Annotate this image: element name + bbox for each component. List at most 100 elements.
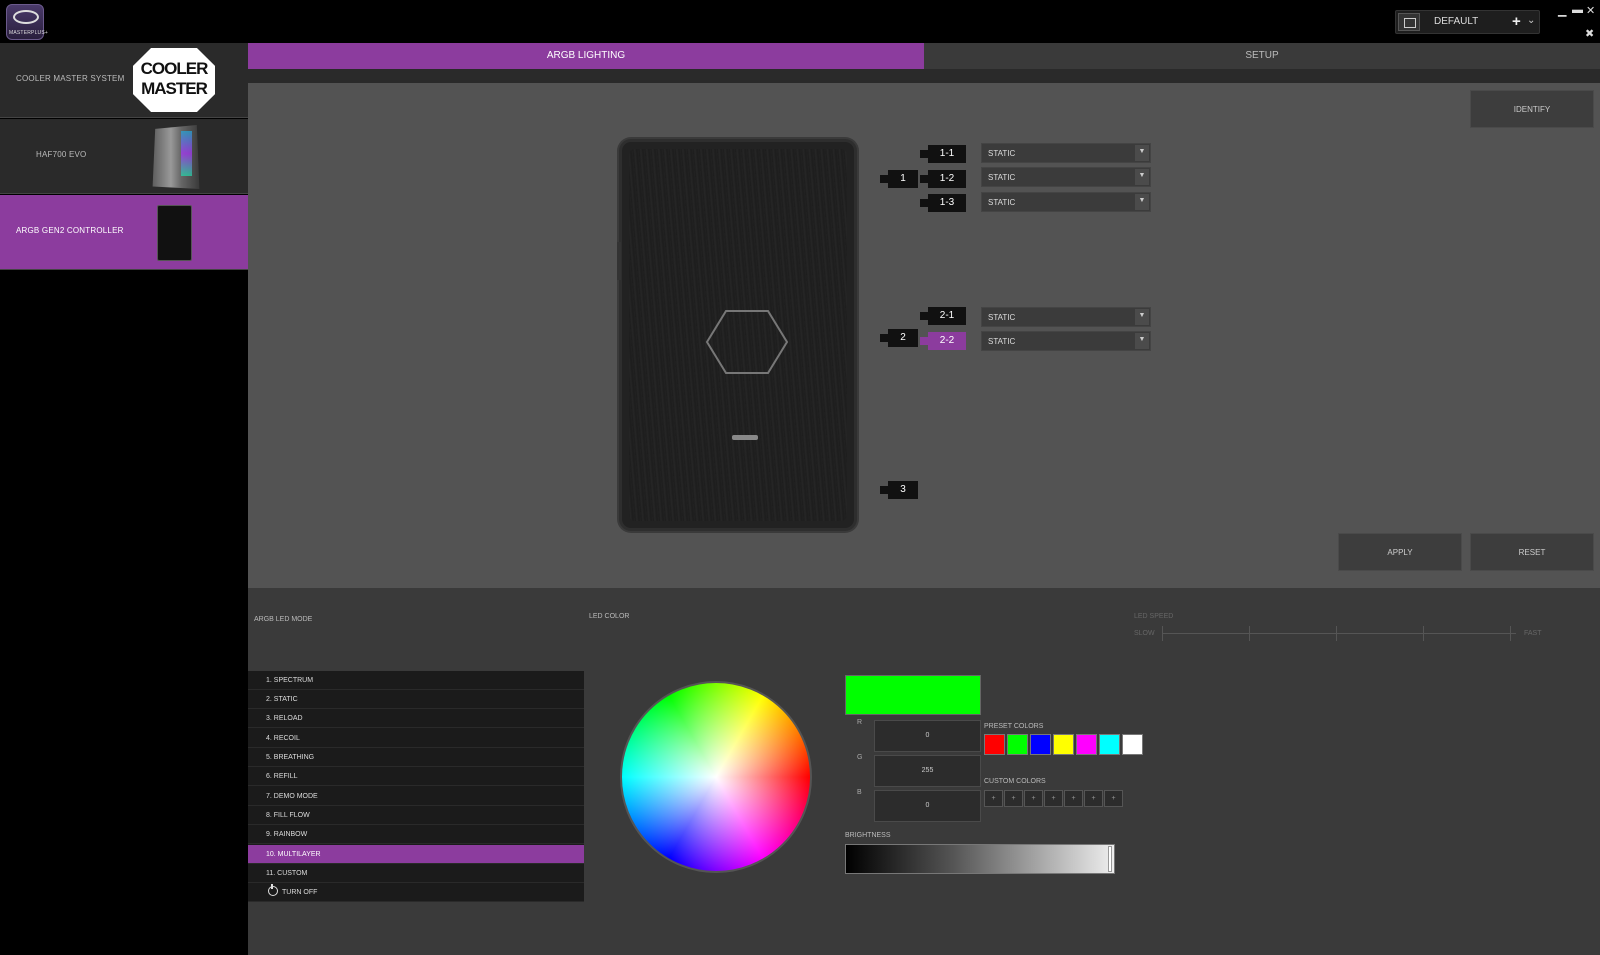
mode-dropdown-1-3[interactable]: STATIC ▼	[981, 192, 1151, 212]
sidebar-item-argb-controller[interactable]: ARGB GEN2 CONTROLLER	[0, 195, 248, 270]
preset-colors-label: PRESET COLORS	[984, 723, 1044, 730]
led-speed-slider[interactable]	[1162, 633, 1516, 634]
mode-fill-flow[interactable]: 8. FILL FLOW	[248, 806, 584, 825]
speed-fast-label: FAST	[1524, 630, 1542, 637]
preset-color-red[interactable]	[984, 734, 1005, 755]
lighting-settings: ARGB LED MODE LED COLOR LED SPEED SLOW F…	[248, 588, 1600, 955]
subport-1-2[interactable]: 1-2	[920, 170, 966, 188]
profile-image-icon[interactable]	[1398, 13, 1420, 31]
dropdown-value: STATIC	[988, 313, 1016, 322]
port-1[interactable]: 1	[880, 170, 918, 188]
chevron-down-icon[interactable]: ⌄	[1527, 15, 1535, 26]
brightness-slider[interactable]	[845, 844, 1115, 874]
color-wheel[interactable]	[620, 681, 812, 873]
dropdown-arrow-icon[interactable]: ▼	[1135, 333, 1149, 349]
mode-static[interactable]: 2. STATIC	[248, 690, 584, 709]
preset-color-blue[interactable]	[1030, 734, 1051, 755]
speed-slow-label: SLOW	[1134, 630, 1155, 637]
speed-tick	[1423, 626, 1424, 641]
mode-turn-off[interactable]: TURN OFF	[248, 883, 584, 902]
mode-demo[interactable]: 7. DEMO MODE	[248, 787, 584, 806]
dropdown-arrow-icon[interactable]: ▼	[1135, 309, 1149, 325]
mode-dropdown-1-2[interactable]: STATIC ▼	[981, 167, 1151, 187]
mode-reload[interactable]: 3. RELOAD	[248, 709, 584, 728]
led-speed-label: LED SPEED	[1134, 613, 1174, 620]
dropdown-value: STATIC	[988, 173, 1016, 182]
g-label: G	[857, 754, 863, 761]
mode-dropdown-2-2[interactable]: STATIC ▼	[981, 331, 1151, 351]
preset-color-green[interactable]	[1007, 734, 1028, 755]
profile-selector[interactable]: DEFAULT + ⌄	[1395, 10, 1540, 34]
speed-tick	[1162, 626, 1163, 641]
turn-off-label: TURN OFF	[282, 889, 318, 896]
reset-button[interactable]: RESET	[1470, 533, 1594, 571]
custom-color-slot[interactable]: +	[1044, 790, 1063, 807]
preset-color-magenta[interactable]	[1076, 734, 1097, 755]
brightness-handle[interactable]	[1108, 846, 1112, 872]
preset-color-yellow[interactable]	[1053, 734, 1074, 755]
subport-2-2[interactable]: 2-2	[920, 332, 966, 350]
custom-color-slot[interactable]: +	[1004, 790, 1023, 807]
dropdown-value: STATIC	[988, 337, 1016, 346]
g-value-input[interactable]: 255	[874, 755, 981, 787]
close-button[interactable]: ✕	[1586, 4, 1595, 17]
led-color-label: LED COLOR	[589, 613, 630, 620]
tab-setup[interactable]: SETUP	[924, 43, 1600, 69]
dropdown-value: STATIC	[988, 198, 1016, 207]
mode-breathing[interactable]: 5. BREATHING	[248, 748, 584, 767]
sidebar-item-cooler-master-system[interactable]: COOLER MASTER SYSTEM COOLER MASTER	[0, 43, 248, 118]
pc-case-image	[152, 125, 200, 189]
custom-colors-label: CUSTOM COLORS	[984, 778, 1046, 785]
subport-1-3[interactable]: 1-3	[920, 194, 966, 212]
device-panel: IDENTIFY 1 2 3 1-1 1-2 1-3 2-1 2-2 STATI…	[248, 83, 1600, 588]
speed-tick	[1249, 626, 1250, 641]
tab-argb-lighting[interactable]: ARGB LIGHTING	[248, 43, 924, 69]
dropdown-arrow-icon[interactable]: ▼	[1135, 169, 1149, 185]
device-side-port	[617, 242, 621, 280]
custom-color-slot[interactable]: +	[1104, 790, 1123, 807]
r-value-input[interactable]: 0	[874, 720, 981, 752]
controller-image	[157, 205, 192, 261]
preset-color-white[interactable]	[1122, 734, 1143, 755]
sidebar-item-haf700-evo[interactable]: HAF700 EVO	[0, 119, 248, 194]
b-value-input[interactable]: 0	[874, 790, 981, 822]
port-2[interactable]: 2	[880, 329, 918, 347]
subport-1-1[interactable]: 1-1	[920, 145, 966, 163]
mode-refill[interactable]: 6. REFILL	[248, 767, 584, 786]
preset-color-cyan[interactable]	[1099, 734, 1120, 755]
custom-color-slot[interactable]: +	[1024, 790, 1043, 807]
custom-color-slot[interactable]: +	[984, 790, 1003, 807]
sidebar-item-label: HAF700 EVO	[36, 150, 87, 159]
logo-disc-icon	[13, 10, 39, 24]
r-label: R	[857, 719, 863, 726]
minimize-button[interactable]: ▁	[1558, 4, 1566, 17]
subport-2-1[interactable]: 2-1	[920, 307, 966, 325]
mode-multilayer[interactable]: 10. MULTILAYER	[248, 845, 584, 864]
main-tabs: ARGB LIGHTING SETUP	[248, 43, 1600, 69]
dropdown-arrow-icon[interactable]: ▼	[1135, 194, 1149, 210]
apply-button[interactable]: APPLY	[1338, 533, 1462, 571]
add-profile-button[interactable]: +	[1512, 13, 1521, 30]
brightness-label: BRIGHTNESS	[845, 832, 891, 839]
cooler-master-logo: COOLER MASTER	[133, 48, 215, 112]
mode-dropdown-1-1[interactable]: STATIC ▼	[981, 143, 1151, 163]
mode-dropdown-2-1[interactable]: STATIC ▼	[981, 307, 1151, 327]
device-face	[629, 149, 847, 521]
identify-button[interactable]: IDENTIFY	[1470, 90, 1594, 128]
hexagon-logo-icon	[705, 310, 789, 374]
dropdown-arrow-icon[interactable]: ▼	[1135, 145, 1149, 161]
custom-color-slot[interactable]: +	[1084, 790, 1103, 807]
logo-text: MASTERPLUS+	[9, 30, 49, 36]
logo-line-2: MASTER	[141, 79, 208, 98]
controller-device-illustration	[617, 139, 857, 531]
speed-tick	[1336, 626, 1337, 641]
dropdown-value: STATIC	[988, 149, 1016, 158]
pin-icon[interactable]: ✖	[1585, 27, 1594, 40]
custom-color-slot[interactable]: +	[1064, 790, 1083, 807]
mode-custom[interactable]: 11. CUSTOM	[248, 864, 584, 883]
mode-spectrum[interactable]: 1. SPECTRUM	[248, 671, 584, 690]
mode-rainbow[interactable]: 9. RAINBOW	[248, 825, 584, 844]
mode-recoil[interactable]: 4. RECOIL	[248, 729, 584, 748]
port-3[interactable]: 3	[880, 481, 918, 499]
maximize-button[interactable]: ▬	[1572, 4, 1583, 16]
